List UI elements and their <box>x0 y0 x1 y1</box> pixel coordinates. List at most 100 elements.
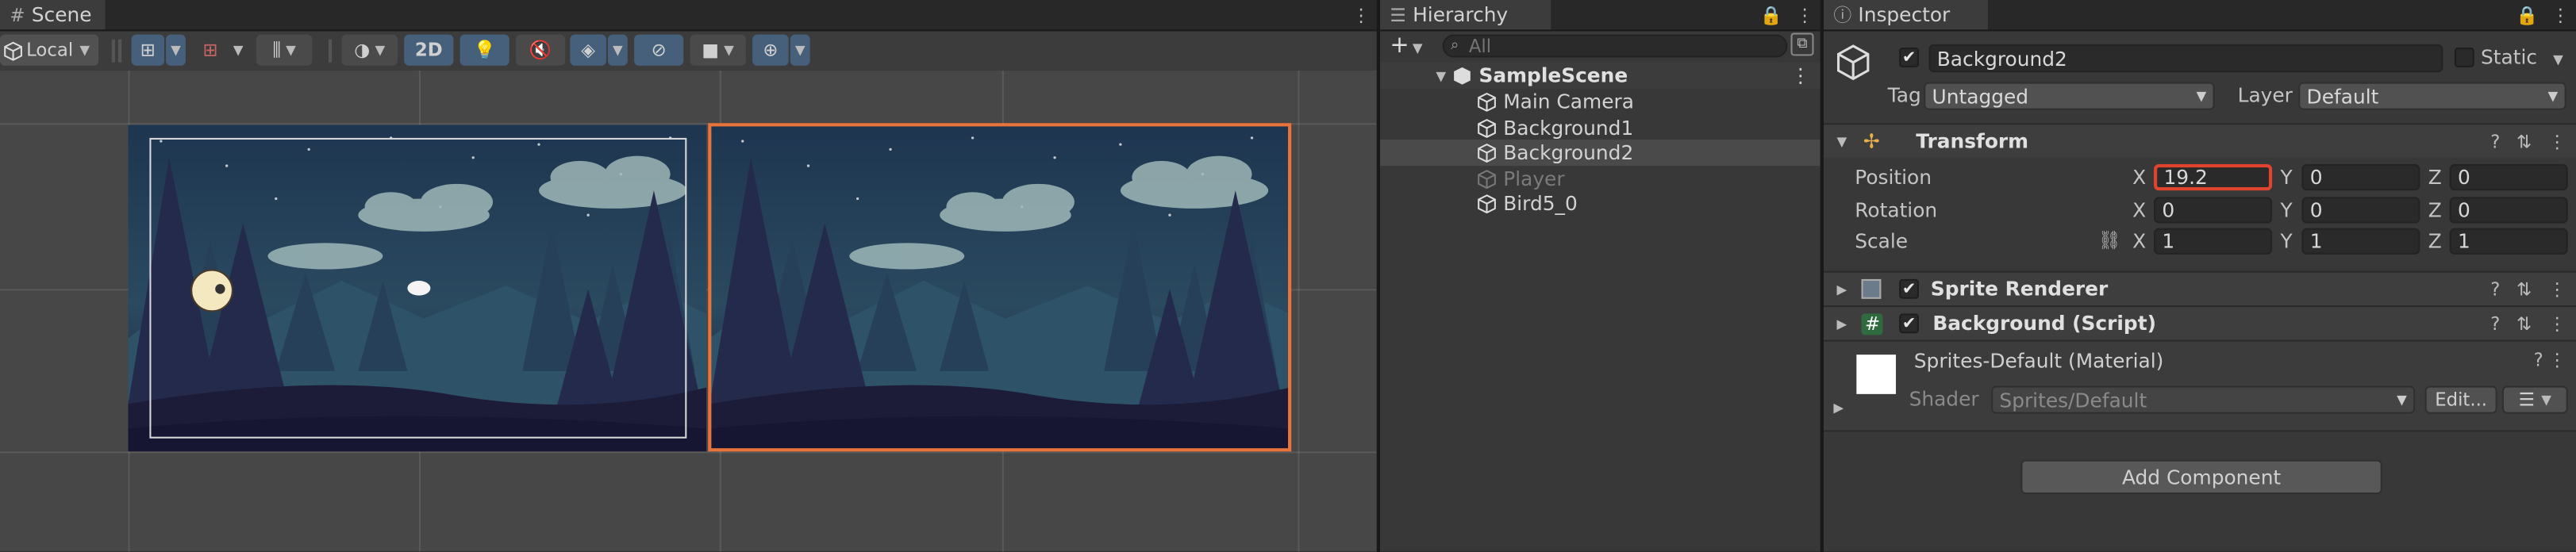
static-label: Static <box>2481 45 2538 69</box>
hierarchy-item[interactable]: Background2 <box>1379 139 1821 167</box>
audio-toggle-button[interactable]: 🔇 <box>516 34 566 66</box>
chevron-down-icon: ▼ <box>2397 392 2407 408</box>
grid-snap-button[interactable]: ⊞ <box>131 34 165 66</box>
transform-icon: ✢ <box>1863 129 1880 153</box>
gameobject-cube-icon <box>1478 92 1496 112</box>
rotation-z-field[interactable]: 0 <box>2449 197 2568 224</box>
hierarchy-item[interactable]: Player <box>1380 165 1821 191</box>
rotation-y-field[interactable]: 0 <box>2301 197 2420 224</box>
material-name[interactable]: Sprites-Default (Material) <box>1914 350 2164 373</box>
rotation-z-value: 0 <box>2458 198 2470 222</box>
inspector-tab-icons: 🔒 ⋮ <box>2516 0 2570 29</box>
tag-label: Tag <box>1887 83 1921 107</box>
shader-value: Sprites/Default <box>1999 388 2147 412</box>
shader-dropdown[interactable]: Sprites/Default ▼ <box>1991 385 2416 414</box>
align-button[interactable]: ⫼ ▼ <box>256 34 313 66</box>
lock-icon[interactable]: 🔒 <box>1760 4 1782 25</box>
chevron-down-icon: ▼ <box>79 42 90 58</box>
tab-hierarchy[interactable]: ☰ Hierarchy <box>1379 0 1551 30</box>
static-checkbox[interactable] <box>2454 48 2474 67</box>
background-script-header[interactable]: ▶ # ✔ Background (Script) ? ⇅ ⋮ <box>1823 305 2576 340</box>
gizmos-globe-icon: ⊕ <box>763 39 779 61</box>
chevron-down-icon[interactable]: ▼ <box>2553 52 2563 67</box>
scale-x-field[interactable]: 1 <box>2154 228 2273 255</box>
tag-value: Untagged <box>1932 84 2029 108</box>
tab-scene[interactable]: # Scene <box>0 0 106 30</box>
position-z-field[interactable]: 0 <box>2449 164 2568 191</box>
more-icon[interactable]: ⋮ <box>2548 278 2566 300</box>
position-z-axis: Z <box>2428 166 2442 190</box>
grid-snap-dropdown[interactable]: ▼ <box>166 34 186 66</box>
selection-outline <box>708 123 1292 452</box>
camera-button[interactable]: ■ ▼ <box>690 34 746 66</box>
sprite-renderer-header[interactable]: ▶ ✔ Sprite Renderer ? ⇅ ⋮ <box>1823 270 2576 306</box>
rotation-x-field[interactable]: 0 <box>2154 197 2273 224</box>
hierarchy-item[interactable]: Main Camera <box>1380 89 1821 115</box>
help-icon[interactable]: ? <box>2490 131 2500 152</box>
lighting-toggle-button[interactable]: 💡 <box>459 34 509 66</box>
script-enabled-checkbox[interactable]: ✔ <box>1899 313 1919 334</box>
pivot-local-dropdown[interactable]: Local ▼ <box>0 34 99 66</box>
scale-z-field[interactable]: 1 <box>2449 228 2568 255</box>
more-icon[interactable]: ⋮ <box>1796 4 1814 25</box>
hierarchy-scene-row[interactable]: ▼ SampleScene ⋮ <box>1379 62 1821 89</box>
gizmos-dropdown[interactable]: ▼ <box>790 34 810 66</box>
add-component-button[interactable]: Add Component <box>2020 459 2382 495</box>
position-x-value: 19.2 <box>2163 166 2208 190</box>
increment-snap-dropdown[interactable]: ▼ <box>228 34 248 66</box>
increment-snap-button[interactable]: ⊞ <box>194 34 227 66</box>
hierarchy-search[interactable]: ⌕ <box>1442 33 1788 59</box>
layer-dropdown[interactable]: Default ▼ <box>2298 82 2566 110</box>
presets-icon[interactable]: ⇅ <box>2516 312 2532 334</box>
scale-z-axis: Z <box>2428 229 2442 253</box>
active-checkbox[interactable]: ✔ <box>1899 48 1919 67</box>
shader-label: Shader <box>1909 387 1979 411</box>
tag-dropdown[interactable]: Untagged ▼ <box>1924 82 2215 110</box>
draw-mode-button[interactable]: ◑ ▼ <box>341 34 398 66</box>
bird-sprite[interactable] <box>407 281 431 296</box>
position-y-field[interactable]: 0 <box>2301 164 2420 191</box>
hierarchy-filter-button[interactable]: ⧉ <box>1790 33 1814 56</box>
presets-icon[interactable]: ⇅ <box>2516 131 2532 152</box>
checkmark-icon: ✔ <box>1901 279 1917 298</box>
tab-inspector[interactable]: ⓘ Inspector <box>1823 0 1988 30</box>
player-sprite[interactable] <box>190 269 233 312</box>
help-icon[interactable]: ? <box>2490 312 2500 334</box>
hierarchy-item[interactable]: Background1 <box>1380 114 1821 140</box>
object-name-field[interactable]: Background2 <box>1928 44 2443 73</box>
more-icon[interactable]: ⋮ <box>2548 312 2566 334</box>
shading-mode-icon: ◑ <box>354 39 371 61</box>
hierarchy-item[interactable]: Bird5_0 <box>1380 190 1821 217</box>
edit-shader-button[interactable]: Edit... <box>2424 385 2497 414</box>
constrain-proportions-link-icon[interactable]: ⛓ <box>2098 230 2121 251</box>
shader-options-button[interactable]: ☰ ▼ <box>2501 385 2568 414</box>
transform-header[interactable]: ▼ ✢ Transform ? ⇅ ⋮ <box>1823 123 2576 158</box>
scene-viewport[interactable] <box>0 71 1377 552</box>
presets-icon[interactable]: ⇅ <box>2516 278 2532 300</box>
gizmos-button[interactable]: ⊕ <box>752 34 789 66</box>
sprite-renderer-enabled-checkbox[interactable]: ✔ <box>1899 278 1919 299</box>
more-icon[interactable]: ⋮ <box>2551 4 2570 25</box>
scale-x-value: 1 <box>2162 229 2175 253</box>
more-icon[interactable]: ⋮ <box>1352 4 1371 25</box>
help-icon[interactable]: ? <box>2490 278 2500 300</box>
material-expand-icon[interactable]: ▶ <box>1833 401 1844 416</box>
search-input[interactable] <box>1465 33 1768 59</box>
create-button[interactable]: + ▼ <box>1390 33 1422 59</box>
material-help-icon[interactable]: ? <box>2534 350 2543 371</box>
toggle-2d-button[interactable]: 2D <box>404 34 454 66</box>
hierarchy-item-label: Bird5_0 <box>1503 192 1578 216</box>
material-more-icon[interactable]: ⋮ <box>2548 350 2566 371</box>
position-x-field[interactable]: 19.2 <box>2154 164 2273 191</box>
toggle-2d-label: 2D <box>414 39 443 61</box>
hidden-objects-button[interactable]: ⊘ <box>634 34 684 66</box>
hierarchy-item-label: Main Camera <box>1503 90 1634 113</box>
scale-y-field[interactable]: 1 <box>2301 228 2420 255</box>
more-icon[interactable]: ⋮ <box>2548 131 2566 152</box>
material-preview[interactable] <box>1856 355 1897 394</box>
effects-dropdown[interactable]: ▼ <box>607 34 628 66</box>
lock-icon[interactable]: 🔒 <box>2516 4 2538 25</box>
scale-z-value: 1 <box>2458 229 2470 253</box>
effects-button[interactable]: ◈ <box>570 34 606 66</box>
scene-more-icon[interactable]: ⋮ <box>1791 64 1811 87</box>
